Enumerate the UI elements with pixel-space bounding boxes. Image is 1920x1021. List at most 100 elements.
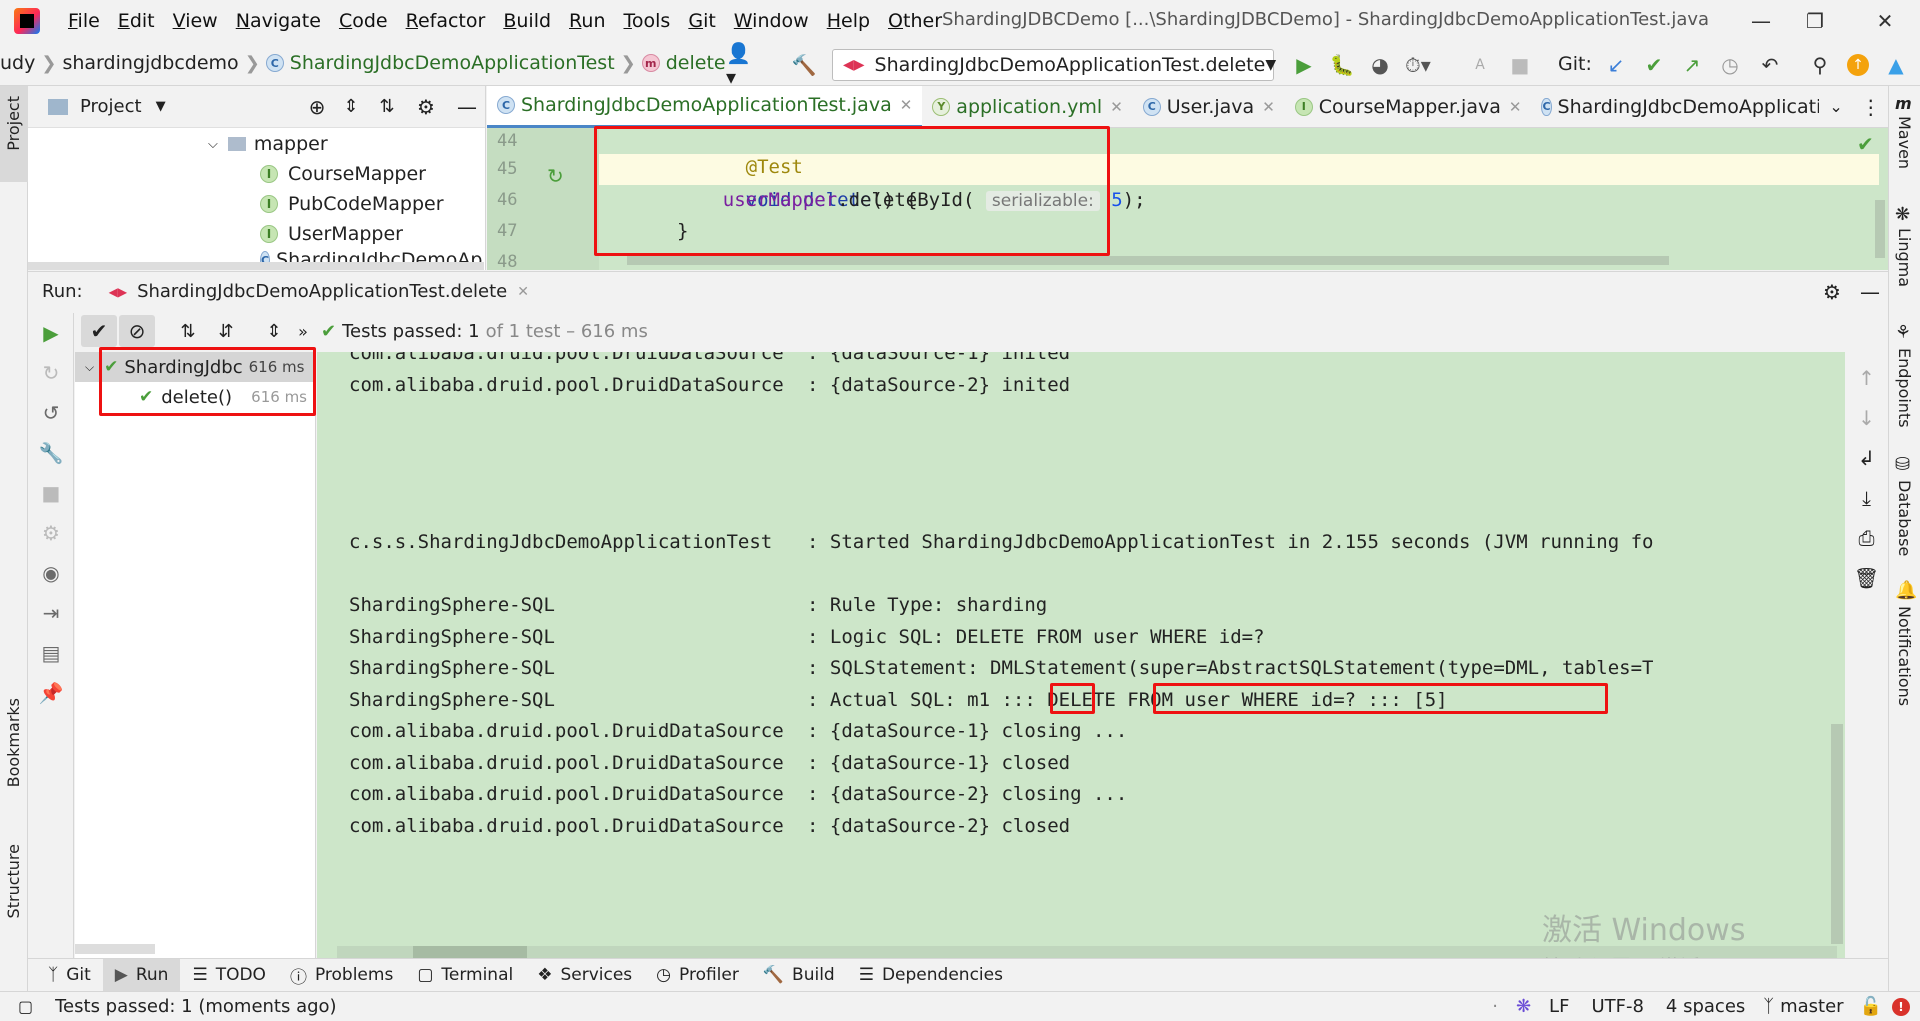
wrench-icon[interactable]: 🔧 [28,433,74,473]
tree-horizontal-scrollbar[interactable] [75,944,155,954]
collapse-all-icon[interactable]: ⇅ [371,96,403,117]
locate-icon[interactable]: ⊕ [303,95,331,119]
close-tab-icon[interactable]: ✕ [900,96,913,114]
no-problems-check-icon[interactable]: ✔ [1857,132,1874,156]
rerun-failed-icon[interactable]: ↻ [28,353,74,393]
chevron-down-icon[interactable]: ▼ [156,99,166,114]
menu-other[interactable]: Other [888,10,942,32]
tree-item-interface[interactable]: I PubCodeMapper [260,189,444,219]
more-icon[interactable]: » [293,322,313,341]
undo-icon[interactable]: ↶ [1756,51,1784,79]
soft-wrap-icon[interactable]: ↲ [1845,440,1888,476]
menu-edit[interactable]: Edit [118,10,155,32]
close-tab-icon[interactable]: ✕ [1262,98,1275,116]
menu-window[interactable]: Window [734,10,809,32]
menu-git[interactable]: Git [688,10,715,32]
layout-icon[interactable]: ▤ [28,633,74,673]
tool-tab-dependencies[interactable]: ☰ Dependencies [847,959,1015,992]
editor-vertical-scrollbar[interactable] [1875,200,1885,258]
menu-view[interactable]: View [173,10,218,32]
menu-code[interactable]: Code [339,10,388,32]
rerun-icon[interactable]: ▶ [28,313,74,353]
horizontal-scrollbar[interactable] [28,262,484,270]
editor-tab[interactable]: C User.java ✕ [1133,86,1285,128]
close-tab-icon[interactable]: ✕ [1509,98,1522,116]
menu-tools[interactable]: Tools [624,10,671,32]
build-hammer-icon[interactable]: 🔨 [790,51,818,79]
tree-item-folder[interactable]: ⌵ mapper [208,129,328,159]
lock-icon[interactable]: 🔓 [1860,996,1882,1017]
menu-build[interactable]: Build [503,10,551,32]
profile-icon[interactable]: ⏱▾ [1404,51,1432,79]
gear-icon[interactable]: ⚙ [1812,280,1852,304]
breadcrumb-module[interactable]: shardingjdbcdemo [62,52,238,74]
stop-icon[interactable]: ■ [1506,51,1534,79]
close-tab-icon[interactable]: ✕ [1110,98,1123,116]
minimize-icon[interactable]: — [1746,6,1776,36]
editor-tab[interactable]: Y application.yml ✕ [922,86,1132,128]
sort-duration-icon[interactable]: ⇵ [207,321,245,342]
hide-panel-icon[interactable]: — [449,95,485,119]
tool-tab-build[interactable]: 🔨 Build [751,959,847,992]
console-output[interactable]: com.alibaba.druid.pool.DruidDataSource: … [317,352,1845,958]
pin-icon[interactable]: 📌 [28,673,74,713]
debug-bug-icon[interactable]: 🐛 [1328,51,1356,79]
camera-icon[interactable]: ◉ [28,553,74,593]
git-update-icon[interactable]: ↙ [1602,51,1630,79]
toggle-tool-windows-icon[interactable]: ▢ [18,997,33,1016]
indent-setting[interactable]: 4 spaces [1666,996,1745,1017]
lingma-tool-button[interactable]: Lingma [1895,228,1914,287]
endpoints-tool-button[interactable]: Endpoints [1895,348,1914,428]
gear-icon[interactable]: ⚙ [403,95,449,119]
coverage-icon[interactable]: ◕ [1366,51,1394,79]
down-arrow-icon[interactable]: ↓ [1845,400,1888,436]
project-tool-button[interactable]: Project [0,86,28,182]
up-arrow-icon[interactable]: ↑ [1845,360,1888,396]
editor-tab[interactable]: C ShardingJdbcDemoApplicatio [1531,86,1819,128]
project-panel-title[interactable]: Project [80,96,142,117]
code-editor[interactable]: 44 45 46 47 48 ↻ ✔ @Test void delete() {… [487,126,1888,270]
menu-file[interactable]: File [68,10,100,32]
git-push-icon[interactable]: ↗ [1678,51,1706,79]
tool-tab-todo[interactable]: ☰ TODO [180,959,278,992]
hide-panel-icon[interactable]: — [1852,280,1888,304]
trash-icon[interactable]: 🗑 [1845,560,1888,596]
git-branch[interactable]: master [1780,996,1843,1017]
menu-navigate[interactable]: Navigate [236,10,321,32]
expand-all-icon[interactable]: ⇕ [331,96,371,117]
user-dropdown-icon[interactable]: 👤▾ [726,41,754,89]
more-options-icon[interactable]: ⋮ [1853,95,1888,119]
breadcrumb-project[interactable]: udy [0,52,35,74]
status-message[interactable]: Tests passed: 1 (moments ago) [55,996,336,1017]
breadcrumb-class[interactable]: ShardingJdbcDemoApplicationTest [290,52,615,74]
git-commit-check-icon[interactable]: ✔ [1640,51,1668,79]
tool-tab-run[interactable]: ▶ Run [102,958,181,992]
notifications-tool-button[interactable]: Notifications [1895,606,1914,706]
close-tab-icon[interactable]: ✕ [517,284,529,300]
show-passed-icon[interactable]: ✔ [81,315,117,347]
console-vertical-scrollbar[interactable] [1831,724,1843,944]
line-separator[interactable]: LF [1549,996,1569,1017]
restore-icon[interactable]: ❐ [1800,6,1830,36]
show-ignored-icon[interactable]: ⊘ [119,315,155,347]
run-test-gutter-icon[interactable]: ↻ [547,164,564,188]
run-icon[interactable]: ▶ [1290,51,1318,79]
close-icon[interactable]: ✕ [1870,6,1900,36]
breadcrumb-method[interactable]: delete [666,52,726,74]
menu-refactor[interactable]: Refactor [406,10,486,32]
structure-tool-button[interactable]: Structure [4,844,23,918]
expand-all-icon[interactable]: ⇕ [255,321,293,342]
run-configuration-select[interactable]: ◀▶ ShardingJdbcDemoApplicationTest.delet… [832,49,1276,81]
maven-tool-button[interactable]: Maven [1895,116,1914,169]
chevron-down-icon[interactable]: ⌄ [1819,97,1854,116]
print-icon[interactable]: ⎙ [1845,520,1888,556]
update-available-icon[interactable]: ↑ [1844,51,1872,79]
toggle-auto-test-icon[interactable]: ↺ [28,393,74,433]
tool-tab-profiler[interactable]: ◷ Profiler [644,959,751,992]
import-tests-icon[interactable]: ⚙ [28,513,74,553]
tool-tab-services[interactable]: ❖ Services [525,959,644,992]
scroll-to-end-icon[interactable]: ⤓ [1845,480,1888,516]
lingma-status-icon[interactable]: ❋ [1516,996,1531,1017]
editor-horizontal-scrollbar[interactable] [627,256,1669,265]
tool-tab-problems[interactable]: ⓘ Problems [278,959,405,992]
